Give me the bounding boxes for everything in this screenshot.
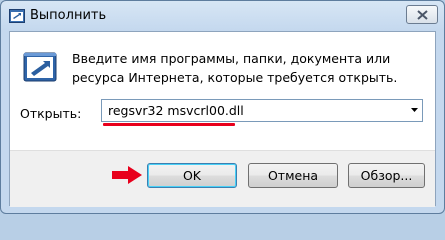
browse-button[interactable]: Обзор... [348, 163, 425, 188]
highlight-underline [103, 123, 235, 126]
close-button[interactable] [406, 5, 438, 24]
instructions-text: Введите имя программы, папки, документа … [72, 51, 398, 85]
title-bar[interactable]: Выполнить [1, 1, 444, 32]
chevron-down-icon[interactable] [411, 108, 418, 112]
run-icon [9, 9, 25, 23]
open-input[interactable]: regsvr32 msvcrl00.dll [108, 103, 244, 118]
ok-button[interactable]: OK [147, 163, 237, 188]
close-icon [417, 10, 428, 20]
open-label: Открыть: [20, 106, 82, 121]
red-arrow-icon [112, 166, 142, 184]
window-title: Выполнить [30, 8, 107, 23]
run-dialog-window: Выполнить Введите имя программы, папки, … [0, 0, 445, 214]
open-combobox[interactable]: regsvr32 msvcrl00.dll [101, 99, 423, 122]
run-icon [23, 52, 57, 82]
cancel-button[interactable]: Отмена [248, 163, 338, 188]
dialog-body: Введите имя программы, папки, документа … [9, 31, 436, 207]
